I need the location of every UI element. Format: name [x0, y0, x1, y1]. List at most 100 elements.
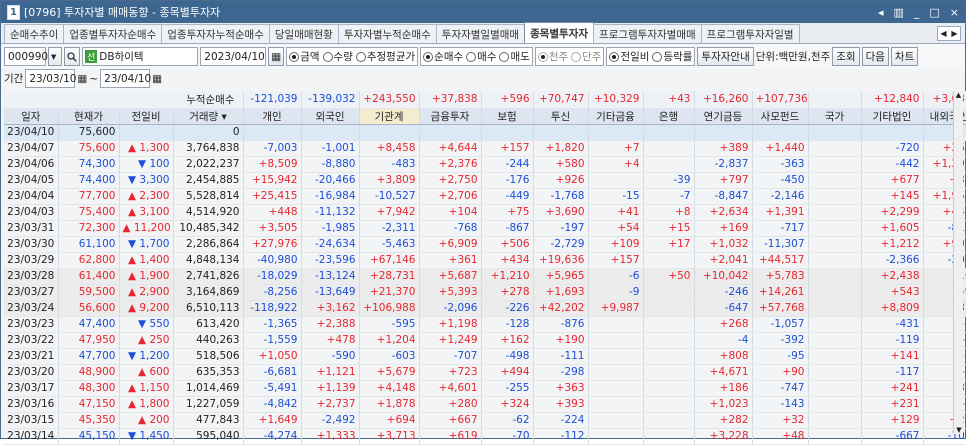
table-row[interactable]: 23/03/20 48,900 ▲ 600 635,353 -6,681 +1,121 +5… [4, 364, 966, 381]
tab-sector-cumulative[interactable]: 업종투자자누적순매수 [161, 24, 270, 43]
table-row[interactable]: 23/04/07 75,600 ▲ 1,300 3,764,838 -7,003 -1,0… [4, 140, 966, 157]
table-row[interactable]: 23/03/27 59,500 ▲ 2,900 3,164,869 -8,256 -13,… [4, 284, 966, 301]
query-button[interactable]: 조회 [832, 47, 860, 66]
table-cell: +21,370 [359, 284, 420, 301]
column-header[interactable]: 보험 [481, 108, 534, 125]
column-header[interactable]: 사모펀드 [752, 108, 809, 125]
maximize-icon[interactable]: □ [929, 6, 939, 19]
table-row[interactable]: 23/04/04 77,700 ▲ 2,300 5,528,814 +25,415 -16… [4, 188, 966, 205]
radio-thousand-shares[interactable]: 천주 [537, 49, 568, 64]
table-row[interactable]: 23/03/15 45,350 ▲ 200 477,843 +1,649 -2,492 +6… [4, 412, 966, 429]
table-row[interactable]: 23/03/14 45,150 ▼ 1,450 595,040 -4,274 +1,333… [4, 428, 966, 445]
table-cell [643, 156, 695, 173]
column-header[interactable]: 현재가 [58, 108, 120, 125]
column-header[interactable]: 기타법인 [861, 108, 924, 125]
table-cell: +41 [588, 204, 644, 221]
table-row[interactable]: 23/03/29 62,800 ▲ 1,400 4,848,134 -40,980 -23… [4, 252, 966, 269]
radio-single-shares[interactable]: 단주 [571, 49, 601, 64]
minimize-icon[interactable]: _ [914, 6, 920, 19]
tab-next-icon[interactable]: ▶ [949, 27, 960, 40]
table-row[interactable]: 23/03/22 47,950 ▲ 250 440,263 -1,559 +478 +1,2… [4, 332, 966, 349]
chart-button[interactable]: 차트 [890, 47, 919, 66]
table-cell: +186 [694, 380, 753, 397]
radio-sell[interactable]: 매도 [499, 49, 530, 64]
radio-amount[interactable]: 금액 [289, 49, 320, 64]
tab-net-buy-trend[interactable]: 순매수추이 [4, 24, 65, 43]
scroll-up-icon[interactable]: ▲ [954, 91, 963, 99]
column-header[interactable]: 연기금등 [694, 108, 753, 125]
table-cell: 23/04/06 [4, 156, 59, 173]
code-dropdown-icon[interactable]: ▾ [48, 47, 62, 66]
investor-guide-button[interactable]: 투자자안내 [697, 47, 754, 66]
table-row[interactable]: 23/04/05 74,400 ▼ 3,300 2,454,885 +15,942 -20… [4, 172, 966, 189]
calendar-icon[interactable]: ▦ [268, 47, 285, 66]
tab-investor-cumulative[interactable]: 투자자별누적순매수 [337, 24, 437, 43]
radio-buy[interactable]: 매수 [466, 49, 496, 64]
column-header[interactable]: 개인 [243, 108, 302, 125]
radio-prev-day[interactable]: 전일비 [609, 49, 649, 64]
column-header[interactable]: 금융투자 [419, 108, 482, 125]
vertical-scrollbar[interactable]: ▲ ▼ [953, 91, 963, 434]
tab-program-daily[interactable]: 프로그램투자자일별 [700, 24, 800, 43]
table-row[interactable]: 23/04/03 75,400 ▲ 3,100 4,514,920 +448 -11,13… [4, 204, 966, 221]
column-header[interactable]: 기관계 [359, 108, 420, 125]
table-row[interactable]: 23/04/06 74,300 ▼ 100 2,022,237 +8,509 -8,880… [4, 156, 966, 173]
tab-sector-investor-net[interactable]: 업종별투자자순매수 [63, 24, 163, 43]
table-cell: -363 [752, 156, 809, 173]
tab-program-investor[interactable]: 프로그램투자자별매매 [593, 24, 702, 43]
stock-name-field[interactable]: 선 DB하이텍 [82, 47, 199, 66]
table-row[interactable]: 23/03/31 72,300 ▲ 11,200 10,485,342 +3,505 -1… [4, 220, 966, 237]
table-row[interactable]: 23/03/16 47,150 ▲ 1,800 1,227,059 -4,842 +2,7… [4, 396, 966, 413]
table-row[interactable]: 23/03/23 47,400 ▼ 550 613,420 -1,365 +2,388 -5… [4, 316, 966, 333]
cum-sum-cell: +596 [481, 91, 534, 109]
column-header[interactable]: 일자 [4, 108, 59, 125]
stock-code-input[interactable]: 000990 [4, 47, 48, 66]
tab-daily-trading[interactable]: 당일매매현황 [268, 24, 339, 43]
table-cell: +723 [419, 364, 482, 381]
table-row[interactable]: 23/03/21 47,700 ▼ 1,200 518,506 +1,050 -590 -6… [4, 348, 966, 365]
calendar-from-icon[interactable]: ▦ [77, 73, 87, 85]
table-cell: +808 [694, 348, 753, 365]
table-cell: 75,600 [58, 140, 120, 157]
tab-investor-daily[interactable]: 투자자별일별매매 [435, 24, 526, 43]
table-cell [119, 124, 174, 141]
table-cell [808, 204, 862, 221]
column-header[interactable]: 국가 [808, 108, 862, 125]
column-header[interactable]: 전일비 [119, 108, 174, 125]
table-cell: -498 [481, 348, 534, 365]
table-cell [808, 236, 862, 253]
sort-dropdown-icon[interactable]: ▾ [218, 111, 227, 123]
scroll-down-icon[interactable]: ▼ [954, 426, 964, 434]
radio-quantity[interactable]: 수량 [322, 49, 353, 64]
table-row[interactable]: 23/03/28 61,400 ▲ 1,900 2,741,826 -18,029 -13… [4, 268, 966, 285]
table-row[interactable]: 23/03/24 56,600 ▲ 9,200 6,510,113 -118,922 +3… [4, 300, 966, 317]
column-header[interactable]: 거래량 ▾ [173, 108, 244, 125]
column-header[interactable]: 외국인 [301, 108, 360, 125]
period-to-input[interactable]: 23/04/10 [100, 69, 151, 88]
next-button[interactable]: 다음 [861, 47, 889, 66]
investor-table: 누적순매수 -121,039 -139,032 +243,550 +37,838 +59… [4, 91, 966, 445]
pin-icon[interactable]: ◂ [878, 6, 884, 19]
layout-icon[interactable]: ▥ [893, 6, 903, 19]
table-cell: +1,820 [533, 140, 589, 157]
column-header[interactable]: 투신 [533, 108, 589, 125]
column-header[interactable]: 은행 [643, 108, 695, 125]
table-cell [808, 396, 862, 413]
tab-stock-investor[interactable]: 종목별투자자 [524, 22, 595, 43]
radio-net-buy[interactable]: 순매수 [423, 49, 463, 64]
radio-change-rate[interactable]: 등락률 [652, 49, 692, 64]
calendar-to-icon[interactable]: ▦ [152, 73, 162, 85]
column-header[interactable]: 기타금융 [588, 108, 644, 125]
table-row[interactable]: 23/03/17 48,300 ▲ 1,150 1,014,469 -5,491 +1,1… [4, 380, 966, 397]
table-cell: +4,671 [694, 364, 753, 381]
table-row[interactable]: 23/03/30 61,100 ▼ 1,700 2,286,864 +27,976 -24… [4, 236, 966, 253]
table-row[interactable]: 23/04/10 75,600 0 [4, 124, 966, 141]
date-input[interactable]: 2023/04/10 [200, 47, 267, 66]
table-cell: -298 [533, 364, 589, 381]
table-cell: -2,146 [752, 188, 809, 205]
tab-prev-icon[interactable]: ◀ [938, 27, 949, 40]
radio-avg-price[interactable]: 추정평균가 [355, 49, 415, 64]
search-icon[interactable] [64, 47, 80, 66]
close-icon[interactable]: × [950, 6, 959, 19]
period-from-input[interactable]: 23/03/10 [25, 69, 77, 88]
